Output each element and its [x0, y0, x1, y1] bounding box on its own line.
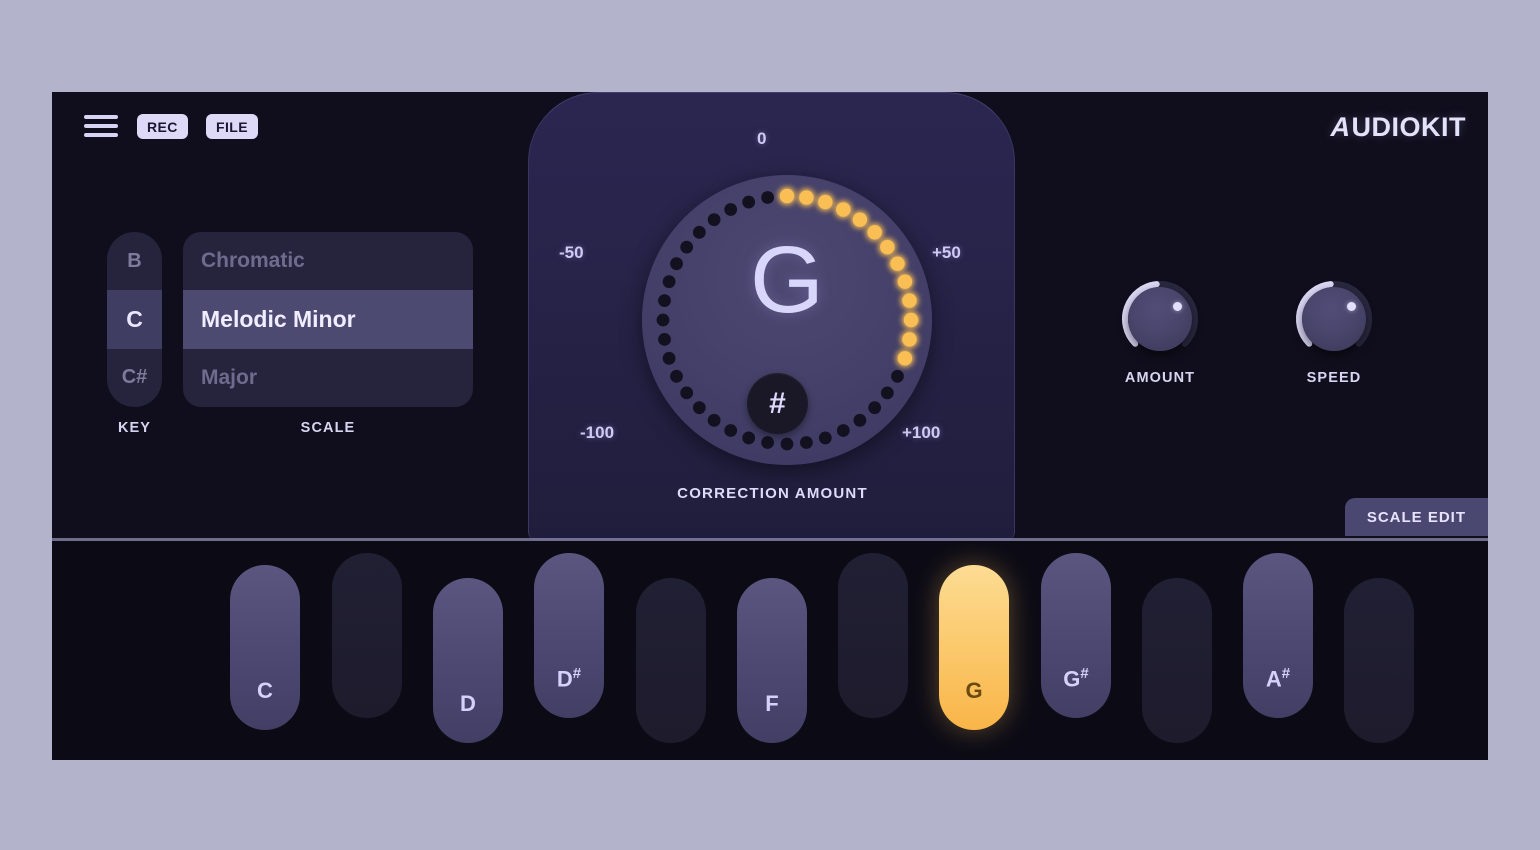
piano-key-label: D# [556, 664, 582, 691]
led-dot-off [658, 333, 671, 346]
tick-label-plus-50: +50 [932, 243, 961, 262]
speed-knob-module[interactable]: SPEED [1279, 277, 1389, 386]
speed-knob[interactable] [1292, 277, 1376, 361]
led-dot-off [670, 369, 683, 383]
led-dot-off [742, 431, 756, 445]
speed-knob-label: SPEED [1306, 370, 1362, 386]
amount-knob[interactable] [1118, 277, 1202, 361]
amount-knob-indicator [1173, 302, 1182, 311]
hamburger-bar [84, 115, 118, 119]
correction-module: 0 -50 +50 -100 +100 G # CORRECTION AMOUN… [528, 92, 1015, 540]
scale-option-prev[interactable]: Chromatic [183, 232, 473, 290]
led-dot-off [707, 213, 721, 227]
speed-knob-cap [1302, 287, 1366, 351]
piano-key-d[interactable]: D [433, 578, 503, 743]
led-dot-off [868, 401, 882, 415]
piano-key-label: D [460, 691, 476, 716]
led-dot-off [724, 203, 738, 216]
amount-knob-cap [1128, 287, 1192, 351]
led-dot-lit [836, 202, 851, 217]
led-dot-off [707, 413, 721, 427]
piano-key-inactive[interactable] [1142, 578, 1212, 743]
piano-key-dsharp[interactable]: D# [534, 553, 604, 718]
piano-key-gsharp[interactable]: G# [1041, 553, 1111, 718]
key-option-next[interactable]: C# [107, 349, 162, 407]
led-dot-off [880, 386, 894, 400]
keyboard: C D D# F G G# A# [52, 541, 1488, 760]
piano-key-inactive[interactable] [636, 578, 706, 743]
piano-key-label: G [965, 678, 983, 703]
led-dot-lit [897, 351, 913, 366]
plugin-window: REC FILE A UDIOKIT B C C# KEY Chromatic M… [52, 92, 1488, 760]
led-dot-lit [852, 212, 868, 227]
sharp-toggle-button[interactable]: # [747, 373, 808, 434]
logo-rest: UDIOKIT [1351, 112, 1466, 142]
piano-key-label: F [765, 691, 779, 716]
key-selector[interactable]: B C C# [107, 232, 162, 407]
piano-key-label: A# [1265, 664, 1291, 691]
led-dot-off [692, 401, 706, 415]
audiokit-logo: A UDIOKIT [1327, 112, 1467, 143]
correction-knob[interactable]: G # [642, 175, 932, 465]
piano-key-label: C [257, 678, 273, 703]
led-dot-off [724, 424, 738, 437]
upper-panel: REC FILE A UDIOKIT B C C# KEY Chromatic M… [52, 92, 1488, 540]
led-dot-off [836, 424, 850, 437]
led-dot-lit [799, 190, 814, 205]
scale-edit-button[interactable]: SCALE EDIT [1344, 498, 1488, 536]
led-dot-off [818, 431, 832, 445]
piano-key-label: G# [1063, 664, 1089, 691]
key-option-prev[interactable]: B [107, 232, 162, 290]
led-dot-off [800, 436, 813, 449]
piano-key-inactive[interactable] [838, 553, 908, 718]
hamburger-bar [84, 133, 118, 137]
amount-knob-module[interactable]: AMOUNT [1105, 277, 1215, 386]
key-option-selected[interactable]: C [107, 290, 162, 349]
scale-option-next[interactable]: Major [183, 349, 473, 407]
tick-label-0: 0 [757, 129, 767, 148]
led-dot-lit [818, 194, 833, 210]
correction-caption: CORRECTION AMOUNT [677, 485, 868, 502]
piano-key-asharp[interactable]: A# [1243, 553, 1313, 718]
hamburger-bar [84, 124, 118, 128]
led-dot-lit [902, 332, 917, 347]
tick-label-minus-50: -50 [559, 243, 584, 262]
scale-selector[interactable]: Chromatic Melodic Minor Major [183, 232, 473, 407]
tick-label-minus-100: -100 [580, 423, 615, 442]
piano-key-f[interactable]: F [737, 578, 807, 743]
led-dot-off [662, 351, 676, 365]
amount-knob-label: AMOUNT [1124, 370, 1196, 386]
led-dot-off [680, 386, 694, 400]
led-dot-off [891, 369, 904, 383]
piano-key-inactive[interactable] [1344, 578, 1414, 743]
led-dot-lit [779, 188, 795, 204]
key-caption: KEY [117, 420, 152, 436]
piano-key-g[interactable]: G [939, 565, 1009, 730]
rec-button[interactable]: REC [137, 114, 188, 139]
hamburger-menu-icon[interactable] [84, 115, 118, 137]
piano-key-c[interactable]: C [230, 565, 300, 730]
led-dot-off [780, 437, 794, 451]
scale-option-selected[interactable]: Melodic Minor [183, 290, 473, 349]
speed-knob-indicator [1347, 302, 1356, 311]
led-dot-off [761, 191, 774, 204]
led-dot-off [761, 436, 774, 449]
piano-key-inactive[interactable] [332, 553, 402, 718]
scale-caption: SCALE [300, 420, 356, 436]
led-dot-off [742, 195, 756, 209]
logo-slant-a: A [1327, 112, 1354, 142]
led-dot-off [853, 413, 867, 427]
current-note-display: G [750, 227, 824, 333]
file-button[interactable]: FILE [206, 114, 258, 139]
